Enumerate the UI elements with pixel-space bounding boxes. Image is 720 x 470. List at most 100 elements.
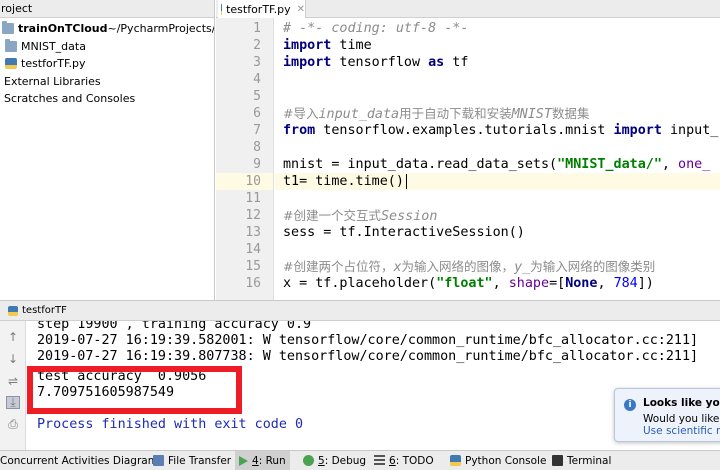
down-arrow-icon[interactable]: ↓ bbox=[6, 352, 20, 366]
keyword: as bbox=[428, 55, 445, 70]
project-panel: roject trainOnTCloud ~/PycharmProjects/t… bbox=[0, 0, 215, 300]
code-line-6: from tensorflow.examples.tutorials.mnist… bbox=[283, 122, 718, 139]
code-text: , bbox=[492, 276, 509, 291]
close-icon[interactable]: ✕ bbox=[297, 4, 305, 15]
line-number: 14 bbox=[245, 242, 261, 257]
line-number: 11 bbox=[245, 191, 261, 206]
file-transfer-button[interactable]: File Transfer bbox=[153, 451, 231, 470]
status-item-key: 6 bbox=[389, 454, 396, 467]
comment-text: input_data bbox=[318, 107, 400, 122]
code-text: tf bbox=[444, 55, 469, 70]
code-line-3: import tensorflow as tf bbox=[283, 54, 468, 71]
code-line-16: x = tf.placeholder("float", shape=[None,… bbox=[283, 275, 654, 292]
code-text: tensorflow bbox=[331, 55, 429, 70]
status-item-label: : TODO bbox=[395, 454, 434, 467]
project-item-label: testforTF.py bbox=[21, 57, 86, 71]
code-text: x = tf.placeholder( bbox=[283, 276, 437, 291]
run-icon bbox=[239, 455, 248, 466]
project-panel-header[interactable]: roject bbox=[0, 0, 214, 18]
project-item-testfortf[interactable]: testforTF.py bbox=[0, 55, 214, 73]
editor-tab-testfortf[interactable]: testforTF.py ✕ bbox=[218, 0, 306, 18]
code-editor: testforTF.py ✕ 1 2 3 4 5 6 7 8 9 10 11 1… bbox=[216, 0, 720, 300]
code-text: ]) bbox=[637, 276, 654, 291]
terminal-icon bbox=[552, 455, 563, 466]
keyword: None bbox=[565, 276, 598, 291]
project-item-label: Scratches and Consoles bbox=[4, 92, 136, 106]
python-file-icon bbox=[5, 58, 17, 70]
project-root-label: trainOnTCloud bbox=[18, 22, 108, 36]
project-root-item[interactable]: trainOnTCloud ~/PycharmProjects/trainOnT… bbox=[0, 20, 214, 38]
status-item-label: File Transfer bbox=[168, 454, 232, 467]
code-text: tensorflow.examples.tutorials.mnist bbox=[315, 123, 614, 138]
comment-text: MNIST bbox=[511, 107, 552, 122]
run-tool-window: testforTF ↑ ↓ ⇌ ⤓ ⎙ step 19900 , trainin… bbox=[0, 300, 720, 451]
code-text: t1= time.time() bbox=[283, 174, 404, 189]
python-console-button[interactable]: Python Console bbox=[450, 451, 546, 470]
code-text: input_ bbox=[661, 123, 719, 138]
string-literal: "float" bbox=[436, 276, 493, 291]
info-icon: i bbox=[624, 399, 636, 411]
folder-icon bbox=[2, 21, 14, 35]
editor-tab-bar: testforTF.py ✕ bbox=[216, 0, 720, 18]
scroll-to-end-icon[interactable]: ⤓ bbox=[6, 395, 20, 409]
tool-window-bar: Concurrent Activities Diagram File Trans… bbox=[0, 450, 720, 470]
console-line-step: step 19900 , training accuracy 0.9 bbox=[37, 321, 312, 332]
code-line-15: #创建两个占位符，x为输入网络的图像，y_为输入网络的图像类别 bbox=[283, 258, 655, 275]
comment-text: #导入 bbox=[283, 106, 319, 121]
use-scientific-mode-link[interactable]: Use scientific mo bbox=[643, 425, 720, 437]
project-item-scratches[interactable]: Scratches and Consoles bbox=[0, 90, 214, 108]
scientific-mode-notification[interactable]: i Looks like you're Would you like to Us… bbox=[614, 388, 720, 442]
project-item-label: MNIST_data bbox=[21, 39, 86, 53]
concurrent-activities-diagram-button[interactable]: Concurrent Activities Diagram bbox=[0, 451, 158, 470]
project-root-path: ~/PycharmProjects/trainOnTC bbox=[107, 22, 215, 36]
code-area[interactable]: # -*- coding: utf-8 -*- import time impo… bbox=[275, 18, 720, 300]
status-item-label: Python Console bbox=[465, 454, 547, 467]
line-number: 1 bbox=[253, 21, 261, 36]
code-line-2: import time bbox=[283, 37, 372, 54]
comment-text: 为输入网络的图像， bbox=[401, 259, 515, 274]
keyword: from bbox=[283, 123, 316, 138]
status-item-key: 4 bbox=[252, 454, 259, 467]
todo-icon bbox=[374, 455, 385, 466]
project-item-mnist-data[interactable]: MNIST_data bbox=[0, 38, 214, 56]
soft-wrap-icon[interactable]: ⇌ bbox=[6, 374, 20, 388]
line-number: 3 bbox=[253, 55, 261, 70]
comment-text: 数据集 bbox=[551, 106, 590, 121]
run-tool-button[interactable]: 4: Run bbox=[235, 451, 290, 470]
line-number-gutter: 1 2 3 4 5 6 7 8 9 10 11 12 13 14 15 16 bbox=[216, 18, 274, 300]
project-item-label: External Libraries bbox=[4, 74, 101, 88]
keyword: import bbox=[283, 38, 332, 53]
line-number: 13 bbox=[245, 225, 261, 240]
run-tab-bar: testforTF bbox=[0, 301, 720, 321]
number-literal: 784 bbox=[613, 276, 638, 291]
up-arrow-icon[interactable]: ↑ bbox=[6, 330, 20, 344]
code-line-8: mnist = input_data.read_data_sets("MNIST… bbox=[283, 156, 710, 173]
console-line-exit-status: Process finished with exit code 0 bbox=[37, 417, 304, 432]
run-toolbar: ↑ ↓ ⇌ ⤓ ⎙ bbox=[0, 321, 26, 451]
folder-icon bbox=[5, 38, 17, 52]
keyword: import bbox=[283, 55, 332, 70]
line-number: 9 bbox=[253, 157, 261, 172]
file-transfer-icon bbox=[153, 455, 164, 466]
code-line-10: t1= time.time() bbox=[283, 173, 407, 190]
line-number: 7 bbox=[253, 123, 261, 138]
status-item-label: Terminal bbox=[567, 454, 612, 467]
python-file-icon bbox=[221, 3, 223, 15]
code-line-1: # -*- coding: utf-8 -*- bbox=[283, 21, 469, 36]
todo-tool-button[interactable]: 6: TODO bbox=[374, 451, 434, 470]
print-icon[interactable]: ⎙ bbox=[6, 417, 20, 431]
comment-text: y_ bbox=[514, 260, 531, 275]
code-text: =[ bbox=[549, 276, 566, 291]
project-panel-title: roject bbox=[1, 2, 33, 15]
notification-text: Would you like to bbox=[643, 413, 720, 425]
debug-tool-button[interactable]: 5: Debug bbox=[303, 451, 366, 470]
run-tab-label[interactable]: testforTF bbox=[22, 305, 67, 316]
status-item-label: : Run bbox=[258, 454, 286, 467]
string-literal: "MNIST_data/" bbox=[557, 157, 662, 172]
line-number: 4 bbox=[253, 72, 261, 87]
debug-icon bbox=[303, 455, 314, 466]
code-text: , bbox=[597, 276, 614, 291]
project-item-external-libraries[interactable]: External Libraries bbox=[0, 73, 214, 91]
line-number: 6 bbox=[253, 106, 261, 121]
terminal-button[interactable]: Terminal bbox=[552, 451, 611, 470]
